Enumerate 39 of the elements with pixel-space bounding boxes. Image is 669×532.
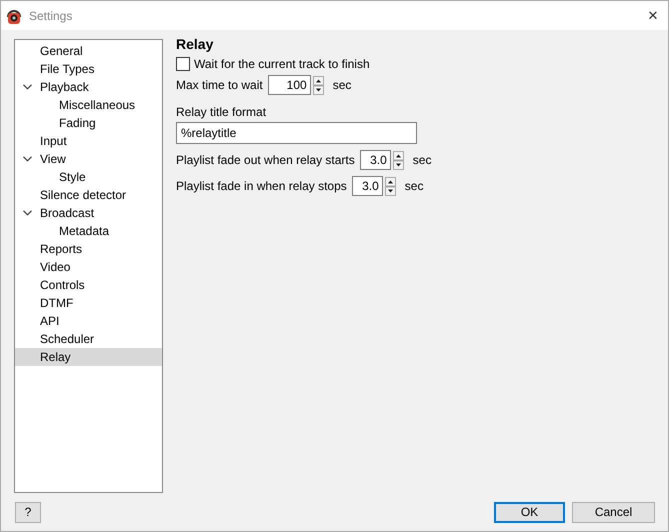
tree-item[interactable]: Silence detector [15,186,162,204]
tree-item[interactable]: API [15,312,162,330]
field-label: Max time to wait [176,78,263,92]
title-format-field[interactable]: %relaytitle [176,122,417,144]
chevron-down-icon[interactable] [23,156,32,162]
cancel-button[interactable]: Cancel [572,502,655,522]
tree-item[interactable]: Metadata [15,222,162,240]
spin-arrows-icon[interactable] [312,76,324,94]
tree-item[interactable]: Scheduler [15,330,162,348]
unit-label: sec [412,153,432,167]
tree-item[interactable]: Video [15,258,162,276]
tree-item[interactable]: Controls [15,276,162,294]
page-title: Relay [176,36,214,52]
tree-item[interactable]: Fading [15,114,162,132]
spin-arrows-icon[interactable] [392,150,404,170]
tree-item[interactable]: File Types [15,60,162,78]
tree-item[interactable]: View [15,150,162,168]
tree-item[interactable]: Broadcast [15,204,162,222]
tree-item[interactable]: Reports [15,240,162,258]
close-button[interactable]: ✕ [638,8,668,23]
field-label: Relay title format [176,105,266,119]
tree-item[interactable]: Input [15,132,162,150]
help-button[interactable]: ? [15,502,41,522]
tree-item[interactable]: DTMF [15,294,162,312]
tree-item[interactable]: General [15,42,162,60]
wait-checkbox[interactable]: Wait for the current track to finish [176,57,370,71]
unit-label: sec [404,179,424,193]
tree-item[interactable]: Miscellaneous [15,96,162,114]
chevron-down-icon[interactable] [23,210,32,216]
chevron-down-icon[interactable] [23,84,32,90]
unit-label: sec [332,78,352,92]
ok-button[interactable]: OK [494,502,565,522]
tree-item[interactable]: Relay [15,348,162,366]
tree-item[interactable]: Playback [15,78,162,96]
spin-arrows-icon[interactable] [384,176,396,196]
tree-item[interactable]: Style [15,168,162,186]
window-title: Settings [29,8,72,22]
field-label: Playlist fade in when relay stops [176,179,347,193]
field-label: Playlist fade out when relay starts [176,153,355,167]
